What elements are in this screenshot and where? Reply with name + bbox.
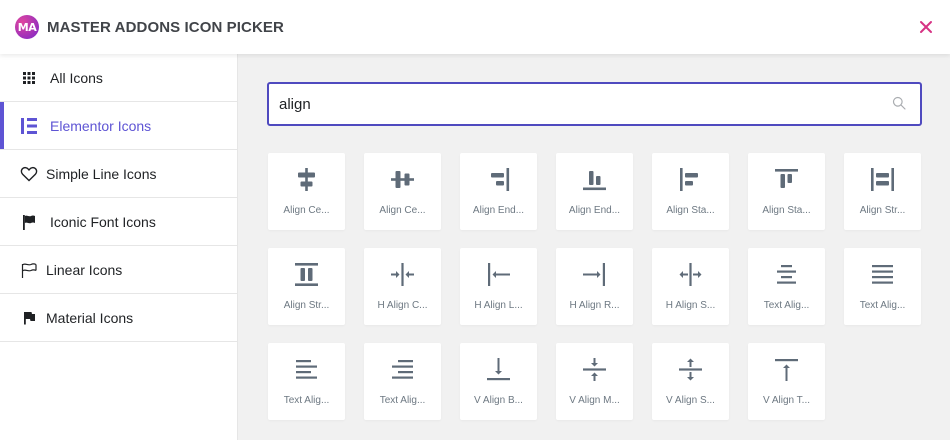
align-center-v-icon (391, 171, 414, 188)
icon-tile-label: V Align T... (762, 395, 811, 406)
dialog-title: MASTER ADDONS ICON PICKER (47, 19, 284, 36)
grid-icon (20, 69, 38, 87)
icon-tile-h-align-stretch[interactable]: H Align S... (652, 248, 729, 325)
sidebar-item-label: Simple Line Icons (46, 165, 157, 182)
icon-library-sidebar: All Icons Elementor Icons Simple Line Ic… (0, 54, 238, 440)
elementor-icon (20, 117, 38, 135)
h-align-left-icon (488, 263, 510, 286)
sidebar-item-material-icons[interactable]: Material Icons (0, 294, 237, 342)
align-start-h-icon (680, 168, 698, 191)
icon-tile-align-end-h[interactable]: Align End... (460, 153, 537, 230)
icon-search-box (267, 82, 922, 126)
icon-tile-label: H Align R... (569, 300, 620, 311)
icon-tile-v-align-stretch[interactable]: V Align S... (652, 343, 729, 420)
icon-tile-label: H Align S... (665, 300, 716, 311)
search-icon[interactable] (892, 96, 906, 110)
search-input[interactable] (279, 84, 879, 124)
icon-tile-h-align-center[interactable]: H Align C... (364, 248, 441, 325)
close-button[interactable] (916, 17, 936, 37)
icon-tile-label: V Align B... (474, 395, 523, 406)
flag-icon (20, 213, 38, 231)
sidebar-item-iconic-font-icons[interactable]: Iconic Font Icons (0, 198, 237, 246)
sidebar-item-label: All Icons (50, 69, 103, 86)
sidebar-item-elementor-icons[interactable]: Elementor Icons (0, 102, 237, 150)
icon-tile-v-align-bottom[interactable]: V Align B... (460, 343, 537, 420)
text-align-left-icon (296, 360, 317, 379)
icon-tile-label: Align Sta... (666, 205, 715, 216)
linear-flag-icon (20, 261, 38, 279)
icon-tile-label: Text Alig... (379, 395, 426, 406)
icon-tile-v-align-middle[interactable]: V Align M... (556, 343, 633, 420)
sidebar-item-label: Linear Icons (46, 261, 123, 278)
v-align-stretch-icon (679, 358, 702, 381)
icon-tile-align-stretch-h[interactable]: Align Str... (844, 153, 921, 230)
align-start-v-icon (775, 169, 798, 188)
sidebar-item-linear-icons[interactable]: Linear Icons (0, 246, 237, 294)
logo-text: MA (17, 20, 37, 34)
icon-tile-align-start-h[interactable]: Align Sta... (652, 153, 729, 230)
icon-tile-label: H Align L... (474, 300, 523, 311)
icon-tile-text-align-justify[interactable]: Text Alig... (844, 248, 921, 325)
align-end-v-icon (583, 171, 606, 191)
icon-tile-label: Align Ce... (283, 205, 330, 216)
icon-tile-label: H Align C... (377, 300, 428, 311)
h-align-right-icon (583, 263, 605, 286)
icon-tile-text-align-left[interactable]: Text Alig... (268, 343, 345, 420)
icon-tile-label: Text Alig... (859, 300, 906, 311)
text-align-right-icon (392, 360, 413, 379)
sidebar-item-label: Material Icons (46, 309, 134, 326)
icon-tile-label: Align End... (472, 205, 525, 216)
align-center-h-icon (298, 168, 315, 191)
v-align-bottom-icon (487, 358, 510, 381)
close-icon (920, 21, 932, 33)
sidebar-item-label: Iconic Font Icons (50, 213, 156, 230)
icon-tile-align-start-v[interactable]: Align Sta... (748, 153, 825, 230)
icon-tile-label: Align Sta... (762, 205, 811, 216)
icon-tile-h-align-left[interactable]: H Align L... (460, 248, 537, 325)
icon-tile-label: Align Str... (859, 205, 906, 216)
icon-tile-label: Align End... (568, 205, 621, 216)
align-stretch-v-icon (295, 263, 318, 286)
icon-tile-align-center-h[interactable]: Align Ce... (268, 153, 345, 230)
icon-tile-label: V Align M... (569, 395, 620, 406)
icon-tile-align-end-v[interactable]: Align End... (556, 153, 633, 230)
icon-tile-label: Text Alig... (283, 395, 330, 406)
sidebar-item-label: Elementor Icons (50, 117, 152, 134)
icon-tile-label: Align Ce... (379, 205, 426, 216)
icon-tile-v-align-top[interactable]: V Align T... (748, 343, 825, 420)
heart-icon (20, 165, 38, 183)
sidebar-item-all-icons[interactable]: All Icons (0, 54, 237, 102)
icon-tile-text-align-right[interactable]: Text Alig... (364, 343, 441, 420)
icon-tile-label: Text Alig... (763, 300, 810, 311)
v-align-middle-icon (583, 358, 606, 381)
text-align-center-icon (777, 265, 796, 284)
h-align-stretch-icon (679, 263, 702, 286)
material-flag-icon (20, 309, 38, 327)
master-addons-logo: MA (15, 15, 39, 39)
icon-tile-label: Align Str... (283, 300, 330, 311)
text-align-justify-icon (872, 265, 893, 284)
icon-tile-text-align-center[interactable]: Text Alig... (748, 248, 825, 325)
align-stretch-h-icon (871, 168, 894, 191)
icon-tile-h-align-right[interactable]: H Align R... (556, 248, 633, 325)
sidebar-item-simple-line-icons[interactable]: Simple Line Icons (0, 150, 237, 198)
picker-header: MA MASTER ADDONS ICON PICKER (0, 0, 950, 54)
icon-tile-align-center-v[interactable]: Align Ce... (364, 153, 441, 230)
h-align-center-icon (391, 263, 414, 286)
icon-tile-align-stretch-v[interactable]: Align Str... (268, 248, 345, 325)
align-end-h-icon (491, 168, 510, 191)
icon-tile-label: V Align S... (666, 395, 715, 406)
v-align-top-icon (775, 359, 798, 381)
